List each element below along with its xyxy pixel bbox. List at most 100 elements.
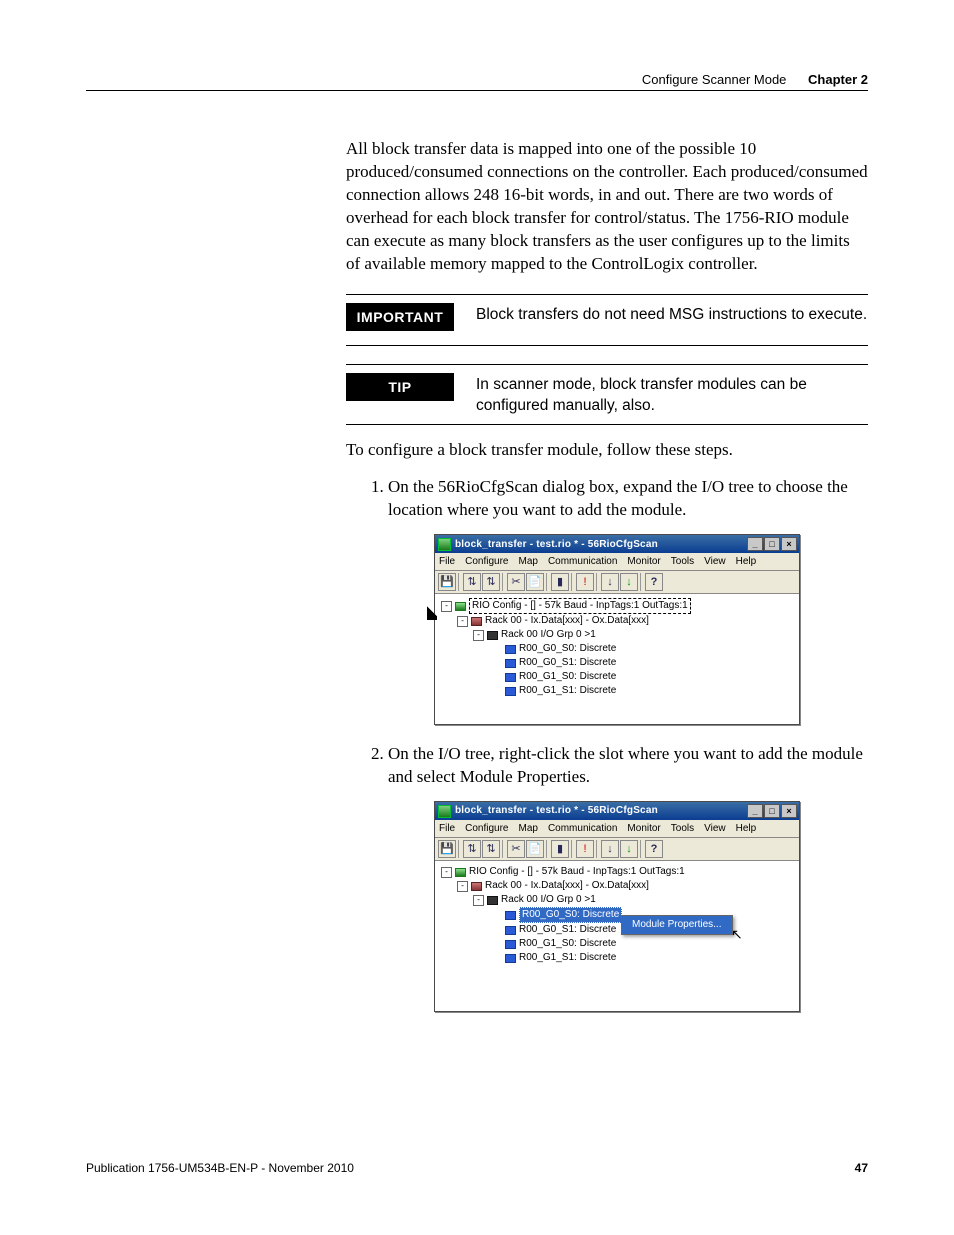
toolbar-help-icon[interactable]: ? <box>645 573 663 591</box>
toolbar-paste-icon[interactable]: 📄 <box>526 840 544 858</box>
toolbar-btn-2[interactable]: ⇅ <box>463 840 481 858</box>
toolbar-btn-6[interactable]: ▮ <box>551 573 569 591</box>
publication-id: Publication 1756-UM534B-EN-P - November … <box>86 1161 354 1175</box>
window-title: block_transfer - test.rio * - 56RioCfgSc… <box>455 538 747 552</box>
slot-icon <box>505 673 516 682</box>
window-body: - RIO Config - [] - 57k Baud - InpTags:1… <box>435 594 799 724</box>
menu-tools[interactable]: Tools <box>671 555 694 569</box>
menu-bar-2: File Configure Map Communication Monitor… <box>435 820 799 838</box>
minimize-button[interactable]: _ <box>747 804 763 818</box>
tree-slot-2b[interactable]: R00_G1_S0: Discrete <box>519 937 616 951</box>
toolbar-cut-icon[interactable]: ✂ <box>507 573 525 591</box>
slot-icon <box>505 645 516 654</box>
page-number: 47 <box>855 1161 868 1175</box>
cursor-icon: ↖ <box>731 925 743 944</box>
tree-slot-3[interactable]: R00_G1_S1: Discrete <box>519 684 616 698</box>
menu-monitor[interactable]: Monitor <box>627 822 660 836</box>
tree-toggle-grp[interactable]: - <box>473 630 484 641</box>
slot-icon <box>505 954 516 963</box>
screenshot-2: block_transfer - test.rio * - 56RioCfgSc… <box>434 801 868 1012</box>
tree-toggle-rack[interactable]: - <box>457 616 468 627</box>
menu-configure[interactable]: Configure <box>465 555 508 569</box>
toolbar-btn-2[interactable]: ⇅ <box>463 573 481 591</box>
close-button[interactable]: × <box>781 537 797 551</box>
menu-configure[interactable]: Configure <box>465 822 508 836</box>
maximize-button[interactable]: □ <box>764 804 780 818</box>
context-menu[interactable]: Module Properties... <box>621 915 733 935</box>
menu-communication[interactable]: Communication <box>548 822 617 836</box>
toolbar-save-icon[interactable]: 💾 <box>438 573 456 591</box>
tree-slot-2[interactable]: R00_G1_S0: Discrete <box>519 670 616 684</box>
toolbar-btn-6[interactable]: ▮ <box>551 840 569 858</box>
tree-rack-label[interactable]: Rack 00 - Ix.Data[xxx] - Ox.Data[xxx] <box>485 614 649 628</box>
menu-view[interactable]: View <box>704 555 726 569</box>
toolbar-cut-icon[interactable]: ✂ <box>507 840 525 858</box>
tree-grp-label[interactable]: Rack 00 I/O Grp 0 >1 <box>501 628 596 642</box>
tip-callout: TIP In scanner mode, block transfer modu… <box>346 364 868 426</box>
menu-monitor[interactable]: Monitor <box>627 555 660 569</box>
menu-map[interactable]: Map <box>518 822 537 836</box>
app-window: block_transfer - test.rio * - 56RioCfgSc… <box>434 534 800 725</box>
close-button[interactable]: × <box>781 804 797 818</box>
toolbar-btn-8[interactable]: ↓ <box>601 840 619 858</box>
minimize-button[interactable]: _ <box>747 537 763 551</box>
tree-toggle-rack[interactable]: - <box>457 881 468 892</box>
menu-file[interactable]: File <box>439 555 455 569</box>
toolbar-btn-7[interactable]: ! <box>576 840 594 858</box>
tip-badge: TIP <box>346 373 454 401</box>
tree-toggle-root[interactable]: - <box>441 601 452 612</box>
toolbar-btn-7[interactable]: ! <box>576 573 594 591</box>
slot-icon <box>505 659 516 668</box>
header-rule <box>86 90 868 91</box>
app-icon <box>438 538 451 551</box>
tree-toggle-root[interactable]: - <box>441 867 452 878</box>
toolbar-2: 💾 ⇅ ⇅ ✂ 📄 ▮ ! ↓ <box>435 838 799 861</box>
toolbar-btn-9[interactable]: ↓ <box>620 840 638 858</box>
toolbar-btn-9[interactable]: ↓ <box>620 573 638 591</box>
toolbar-btn-3[interactable]: ⇅ <box>482 573 500 591</box>
menu-file[interactable]: File <box>439 822 455 836</box>
toolbar-btn-8[interactable]: ↓ <box>601 573 619 591</box>
running-header-title: Configure Scanner Mode <box>642 72 787 87</box>
tree-toggle-grp[interactable]: - <box>473 895 484 906</box>
toolbar-btn-3[interactable]: ⇅ <box>482 840 500 858</box>
maximize-button[interactable]: □ <box>764 537 780 551</box>
tree-slot-1b[interactable]: R00_G0_S1: Discrete <box>519 923 616 937</box>
toolbar-save-icon[interactable]: 💾 <box>438 840 456 858</box>
screenshot-1: block_transfer - test.rio * - 56RioCfgSc… <box>434 534 868 725</box>
important-badge: IMPORTANT <box>346 303 454 331</box>
toolbar: 💾 ⇅ ⇅ ✂ 📄 ▮ ! ↓ <box>435 571 799 594</box>
group-icon <box>487 896 498 905</box>
step-2-text: On the I/O tree, right-click the slot wh… <box>388 744 863 786</box>
menu-map[interactable]: Map <box>518 555 537 569</box>
io-tree[interactable]: - RIO Config - [] - 57k Baud - InpTags:1… <box>441 598 793 698</box>
slot-icon <box>505 687 516 696</box>
running-header: Configure Scanner Mode Chapter 2 <box>642 72 868 87</box>
menu-tools[interactable]: Tools <box>671 822 694 836</box>
tree-slot-0-selected[interactable]: R00_G0_S0: Discrete <box>519 907 622 923</box>
rack-icon <box>471 882 482 891</box>
tree-slot-1[interactable]: R00_G0_S1: Discrete <box>519 656 616 670</box>
rack-icon <box>471 617 482 626</box>
menu-help[interactable]: Help <box>736 555 757 569</box>
tree-root-label-2[interactable]: RIO Config - [] - 57k Baud - InpTags:1 O… <box>469 865 685 879</box>
menu-communication[interactable]: Communication <box>548 555 617 569</box>
important-callout: IMPORTANT Block transfers do not need MS… <box>346 294 868 346</box>
rio-config-icon <box>455 602 466 611</box>
lead-sentence: To configure a block transfer module, fo… <box>346 439 868 462</box>
slot-icon <box>505 911 516 920</box>
menu-help[interactable]: Help <box>736 822 757 836</box>
tree-grp-label-2[interactable]: Rack 00 I/O Grp 0 >1 <box>501 893 596 907</box>
menu-view[interactable]: View <box>704 822 726 836</box>
important-text: Block transfers do not need MSG instruct… <box>476 303 868 326</box>
toolbar-paste-icon[interactable]: 📄 <box>526 573 544 591</box>
toolbar-help-icon[interactable]: ? <box>645 840 663 858</box>
slot-icon <box>505 926 516 935</box>
steps-list: On the 56RioCfgScan dialog box, expand t… <box>346 476 868 1012</box>
tree-slot-0[interactable]: R00_G0_S0: Discrete <box>519 642 616 656</box>
io-tree-2[interactable]: - RIO Config - [] - 57k Baud - InpTags:1… <box>441 865 793 965</box>
context-menu-module-properties[interactable]: Module Properties... <box>622 916 732 934</box>
tree-rack-label-2[interactable]: Rack 00 - Ix.Data[xxx] - Ox.Data[xxx] <box>485 879 649 893</box>
tree-root-label[interactable]: RIO Config - [] - 57k Baud - InpTags:1 O… <box>469 598 691 614</box>
tree-slot-3b[interactable]: R00_G1_S1: Discrete <box>519 951 616 965</box>
